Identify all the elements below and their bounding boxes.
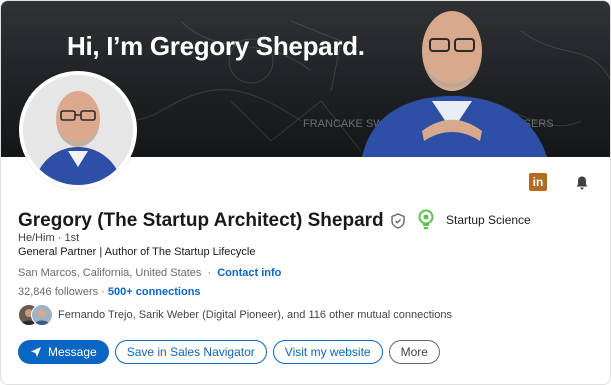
visit-website-button[interactable]: Visit my website — [272, 340, 383, 364]
location: San Marcos, California, United States — [18, 267, 202, 279]
verified-shield-icon[interactable] — [390, 213, 406, 229]
profile-card: FRANCAKE SWAN CLOSERS Hi, I’m Gregory Sh… — [0, 0, 611, 385]
separator-dot: · — [101, 286, 108, 298]
location-row: San Marcos, California, United States · … — [18, 267, 281, 279]
banner-person-image — [362, 11, 547, 157]
mutual-avatar-image — [34, 309, 50, 325]
mutual-connections-text: Fernando Trejo, Sarik Weber (Digital Pio… — [58, 309, 452, 321]
pronouns: He/Him — [18, 232, 55, 244]
profile-avatar[interactable] — [19, 71, 137, 189]
connection-degree: 1st — [64, 232, 80, 244]
current-company[interactable]: Startup Science — [418, 209, 531, 231]
avatar-image — [23, 75, 133, 185]
connections-link[interactable]: 500+ connections — [108, 286, 201, 298]
save-sales-navigator-button[interactable]: Save in Sales Navigator — [114, 340, 267, 364]
send-icon — [31, 347, 41, 357]
profile-name: Gregory (The Startup Architect) Shepard — [18, 210, 384, 231]
mutual-avatar — [31, 304, 53, 326]
contact-info-link[interactable]: Contact info — [217, 267, 281, 279]
linkedin-icon[interactable]: in — [529, 173, 547, 191]
mutual-connections[interactable]: Fernando Trejo, Sarik Weber (Digital Pio… — [18, 304, 452, 326]
lightbulb-icon — [418, 209, 434, 229]
mutual-avatars — [18, 304, 53, 326]
followers-count: 32,846 followers — [18, 286, 99, 298]
company-name: Startup Science — [446, 213, 531, 227]
profile-headline: General Partner | Author of The Startup … — [18, 246, 256, 258]
bell-icon-graphic — [576, 176, 588, 190]
separator-dot: · — [207, 267, 212, 279]
banner-title: Hi, I’m Gregory Shepard. — [67, 31, 365, 61]
followers-row: 32,846 followers · 500+ connections — [18, 286, 201, 298]
name-row: Gregory (The Startup Architect) Shepard — [18, 210, 406, 232]
pronouns-degree: He/Him · 1st — [18, 232, 79, 244]
message-button-label: Message — [48, 345, 97, 359]
profile-actions: Message Save in Sales Navigator Visit my… — [18, 340, 440, 364]
more-button[interactable]: More — [388, 340, 440, 364]
bell-icon[interactable] — [572, 173, 592, 193]
message-button[interactable]: Message — [18, 340, 109, 364]
